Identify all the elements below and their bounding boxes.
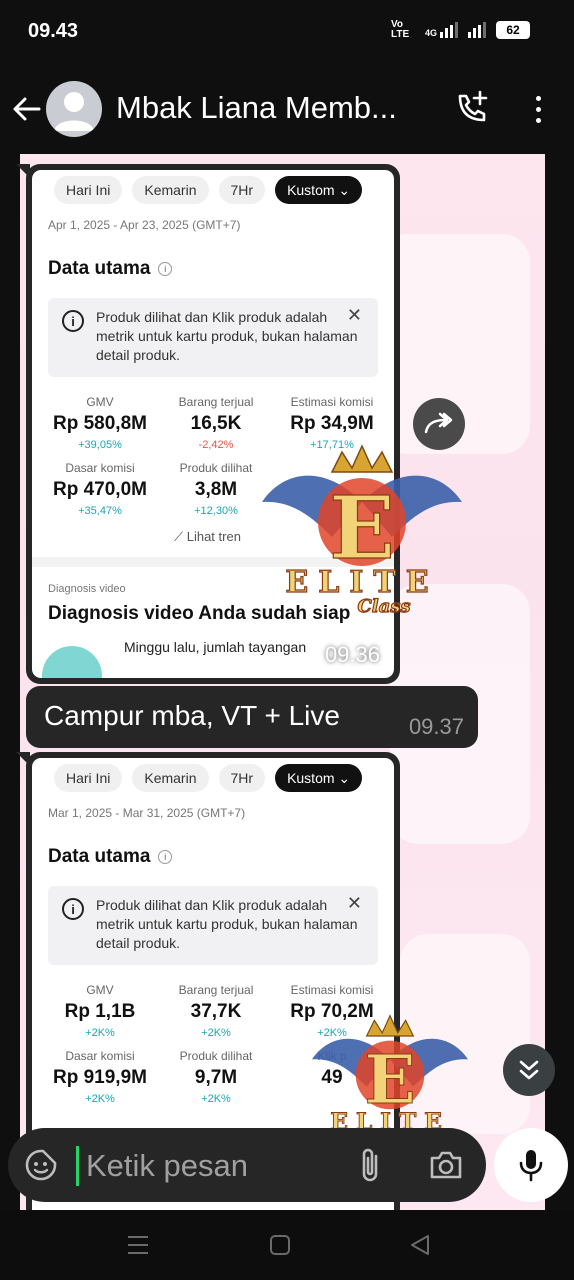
text-cursor bbox=[76, 1146, 79, 1186]
forward-button[interactable] bbox=[413, 398, 465, 450]
metric: Klik p 49 bbox=[317, 1049, 347, 1088]
screenshot-image: Hari Ini Kemarin 7Hr Kustom ⌄ Apr 1, 202… bbox=[32, 170, 394, 678]
chip: 7Hr bbox=[218, 764, 266, 792]
metric: Barang terjual 37,7K +2K% bbox=[178, 983, 254, 1039]
notice-box: i Produk dilihat dan Klik produk adalah … bbox=[48, 298, 378, 377]
add-call-button[interactable] bbox=[452, 88, 492, 128]
chat-title[interactable]: Mbak Liana Memb... bbox=[116, 90, 397, 126]
chip: Kemarin bbox=[132, 764, 209, 792]
notice-text: Produk dilihat dan Klik produk adalah me… bbox=[96, 897, 358, 951]
double-chevron-down-icon bbox=[519, 1060, 539, 1080]
person-icon bbox=[54, 92, 94, 131]
attach-button[interactable] bbox=[356, 1146, 386, 1184]
info-circle-icon: i bbox=[62, 898, 84, 920]
metric: Produk dilihat 9,7M +2K% bbox=[179, 1049, 253, 1105]
metric: Produk dilihat 3,8M +12,30% bbox=[179, 461, 253, 517]
chip: Kemarin bbox=[132, 176, 209, 204]
system-back-button[interactable] bbox=[408, 1232, 438, 1258]
metric: Estimasi komisi Rp 34,9M +17,71% bbox=[290, 395, 374, 451]
phone-screen: 09.43 Vo LTE 4G 62 Mbak Liana Memb... Ha… bbox=[0, 0, 574, 1280]
chip: Hari Ini bbox=[54, 176, 123, 204]
status-icons: Vo LTE 4G 62 bbox=[391, 20, 530, 40]
home-square-icon bbox=[270, 1235, 290, 1255]
chip: 7Hr bbox=[218, 176, 266, 204]
close-icon: ✕ bbox=[346, 893, 362, 913]
notice-box: i Produk dilihat dan Klik produk adalah … bbox=[48, 886, 378, 965]
chat-area[interactable]: Hari Ini Kemarin 7Hr Kustom ⌄ Apr 1, 202… bbox=[0, 154, 574, 1210]
message-time: 09.36 bbox=[324, 642, 380, 667]
status-bar: 09.43 Vo LTE 4G 62 bbox=[0, 0, 574, 64]
section-title: Data utama i bbox=[32, 232, 394, 280]
metrics-grid: GMV Rp 580,8M +39,05% Barang terjual 16,5K -… bbox=[32, 377, 394, 517]
trend-link: ⟋ Lihat tren bbox=[174, 529, 241, 544]
back-button[interactable] bbox=[10, 92, 44, 126]
forward-icon bbox=[424, 412, 453, 434]
recent-apps-button[interactable] bbox=[126, 1232, 156, 1258]
diag-label: Diagnosis video bbox=[48, 583, 126, 595]
volte-label: Vo LTE bbox=[390, 19, 410, 40]
chart-icon: ⟋ bbox=[174, 529, 187, 544]
message-time: 09.37 bbox=[408, 714, 464, 739]
message-composer bbox=[8, 1128, 486, 1202]
metrics-grid: GMV Rp 1,1B +2K% Barang terjual 37,7K +2K% E… bbox=[32, 965, 394, 1105]
date-range: Mar 1, 2025 - Mar 31, 2025 (GMT+7) bbox=[48, 806, 246, 820]
triangle-back-icon bbox=[411, 1235, 429, 1255]
divider bbox=[32, 557, 394, 567]
section-title: Data utama i bbox=[32, 820, 394, 868]
date-range: Apr 1, 2025 - Apr 23, 2025 (GMT+7) bbox=[48, 218, 241, 232]
message-text: Campur mba, VT + Live bbox=[44, 700, 340, 731]
metric: GMV Rp 580,8M +39,05% bbox=[53, 395, 147, 451]
metric: Estimasi komisi Rp 70,2M +2K% bbox=[290, 983, 374, 1039]
info-icon: i bbox=[158, 850, 173, 864]
menu-lines-icon bbox=[128, 1236, 148, 1254]
text-message[interactable]: Campur mba, VT + Live 09.37 bbox=[26, 686, 478, 748]
metric: Dasar komisi Rp 919,9M +2K% bbox=[53, 1049, 147, 1105]
avatar[interactable] bbox=[46, 81, 102, 137]
filter-chips: Hari Ini Kemarin 7Hr Kustom ⌄ bbox=[32, 170, 394, 204]
metric: Barang terjual 16,5K -2,42% bbox=[178, 395, 254, 451]
signal-icon bbox=[440, 22, 458, 38]
image-message[interactable]: Hari Ini Kemarin 7Hr Kustom ⌄ Apr 1, 202… bbox=[16, 164, 400, 684]
message-input[interactable] bbox=[86, 1146, 346, 1186]
home-button[interactable] bbox=[268, 1232, 298, 1258]
chip: Hari Ini bbox=[54, 764, 123, 792]
info-icon: i bbox=[158, 262, 173, 276]
system-nav-bar bbox=[0, 1210, 574, 1280]
chip-active: Kustom ⌄ bbox=[275, 764, 363, 792]
voice-record-button[interactable] bbox=[494, 1128, 568, 1202]
status-time: 09.43 bbox=[28, 20, 79, 42]
arrow-left-icon bbox=[13, 97, 41, 121]
signal-4g: 4G bbox=[425, 22, 458, 38]
sticker-icon bbox=[25, 1149, 57, 1181]
battery-icon: 62 bbox=[496, 21, 530, 39]
signal-icon-2 bbox=[468, 22, 486, 38]
diag-title: Diagnosis video Anda sudah siap bbox=[48, 603, 351, 624]
notice-text: Produk dilihat dan Klik produk adalah me… bbox=[96, 309, 358, 363]
network-gen-label: 4G bbox=[424, 28, 437, 38]
info-circle-icon: i bbox=[62, 310, 84, 332]
more-options-button[interactable] bbox=[526, 90, 550, 128]
paperclip-icon bbox=[362, 1148, 378, 1182]
metric: GMV Rp 1,1B +2K% bbox=[64, 983, 136, 1039]
mic-icon bbox=[519, 1150, 543, 1182]
add-call-icon bbox=[458, 90, 488, 122]
filter-chips: Hari Ini Kemarin 7Hr Kustom ⌄ bbox=[32, 758, 394, 792]
chat-header: Mbak Liana Memb... bbox=[0, 64, 574, 154]
scroll-to-bottom-button[interactable] bbox=[503, 1044, 555, 1096]
close-icon: ✕ bbox=[346, 305, 362, 325]
sticker-button[interactable] bbox=[24, 1148, 58, 1182]
camera-icon bbox=[430, 1151, 462, 1179]
camera-button[interactable] bbox=[428, 1148, 464, 1182]
metric: Dasar komisi Rp 470,0M +35,47% bbox=[53, 461, 147, 517]
chip-active: Kustom ⌄ bbox=[275, 176, 363, 204]
